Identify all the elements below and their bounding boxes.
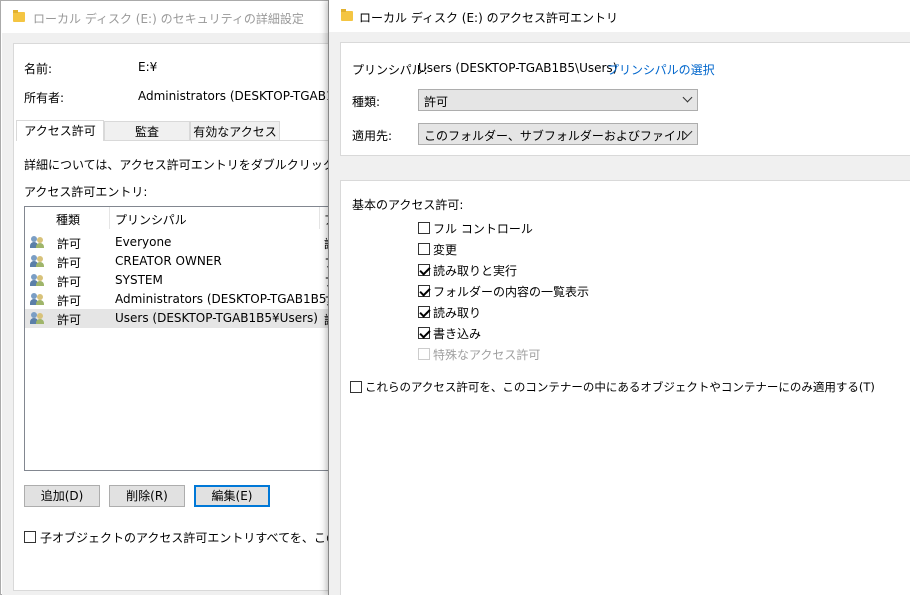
- type-select-value: 許可: [424, 95, 449, 109]
- replace-child-permissions-checkbox[interactable]: [24, 531, 36, 543]
- column-separator[interactable]: [109, 207, 110, 229]
- column-separator[interactable]: [319, 207, 320, 229]
- name-value: E:¥: [138, 60, 158, 74]
- permission-entries-list[interactable]: 種類 プリンシパル ア 許可 Everyone 読 許可 CREATOR OWN…: [24, 206, 340, 471]
- users-icon: [30, 312, 44, 324]
- read-execute-checkbox[interactable]: [418, 264, 430, 276]
- type-label: 種類:: [352, 95, 381, 109]
- principal-label: プリンシパル:: [352, 63, 428, 77]
- read-checkbox[interactable]: [418, 306, 430, 318]
- principal-value: Users (DESKTOP-TGAB1B5\Users): [418, 61, 618, 75]
- window-title: ローカル ディスク (E:) のアクセス許可エントリ: [359, 11, 618, 25]
- title-bar: ローカル ディスク (E:) のアクセス許可エントリ: [329, 0, 910, 32]
- principal-section: プリンシパル: Users (DESKTOP-TGAB1B5\Users) プリ…: [340, 42, 910, 156]
- title-bar: ローカル ディスク (E:) のセキュリティの詳細設定: [1, 1, 341, 33]
- row-type: 許可: [57, 313, 82, 327]
- special-permissions-checkbox: [418, 348, 430, 360]
- apply-only-within-container-label: これらのアクセス許可を、このコンテナーの中にあるオブジェクトやコンテナーにのみ適…: [365, 380, 875, 394]
- owner-label: 所有者:: [24, 91, 65, 105]
- list-folder-contents-checkbox[interactable]: [418, 285, 430, 297]
- permission-entry-window: ローカル ディスク (E:) のアクセス許可エントリ プリンシパル: Users…: [328, 0, 910, 595]
- remove-button[interactable]: 削除(R): [109, 485, 185, 507]
- table-row[interactable]: 許可 Everyone 読: [25, 233, 339, 252]
- name-label: 名前:: [24, 62, 53, 76]
- tab-permissions[interactable]: アクセス許可: [16, 120, 104, 141]
- write-checkbox[interactable]: [418, 327, 430, 339]
- read-execute-label: 読み取りと実行: [433, 264, 518, 278]
- entries-label: アクセス許可エントリ:: [24, 185, 148, 199]
- table-row-selected[interactable]: 許可 Users (DESKTOP-TGAB1B5¥Users) 読: [25, 309, 339, 328]
- users-icon: [30, 255, 44, 267]
- column-header-principal[interactable]: プリンシパル: [115, 211, 187, 228]
- users-icon: [30, 293, 44, 305]
- apply-only-within-container-checkbox[interactable]: [350, 381, 362, 393]
- tab-auditing[interactable]: 監査: [104, 121, 190, 141]
- folder-icon: [13, 10, 25, 22]
- row-principal: Users (DESKTOP-TGAB1B5¥Users): [115, 311, 318, 325]
- owner-value: Administrators (DESKTOP-TGAB1B5¥: [138, 89, 358, 103]
- select-principal-link[interactable]: プリンシパルの選択: [607, 61, 715, 78]
- applies-to-label: 適用先:: [352, 129, 393, 143]
- window-body: 名前: E:¥ 所有者: Administrators (DESKTOP-TGA…: [2, 33, 394, 595]
- row-type: 許可: [57, 275, 82, 289]
- type-select[interactable]: 許可: [418, 89, 698, 111]
- column-header-type[interactable]: 種類: [56, 211, 80, 228]
- applies-to-select-value: このフォルダー、サブフォルダーおよびファイル: [424, 129, 688, 143]
- users-icon: [30, 274, 44, 286]
- row-principal: SYSTEM: [115, 273, 163, 287]
- full-control-checkbox[interactable]: [418, 222, 430, 234]
- modify-label: 変更: [433, 243, 458, 257]
- folder-icon: [341, 9, 353, 21]
- edit-button[interactable]: 編集(E): [194, 485, 270, 507]
- table-row[interactable]: 許可 CREATOR OWNER フ: [25, 252, 339, 271]
- users-icon: [30, 236, 44, 248]
- row-type: 許可: [57, 256, 82, 270]
- applies-to-select[interactable]: このフォルダー、サブフォルダーおよびファイル: [418, 123, 698, 145]
- chevron-down-icon: [682, 92, 693, 103]
- row-type: 許可: [57, 294, 82, 308]
- permissions-section: 基本のアクセス許可: フル コントロール 変更 読み取りと実行 フォルダーの内容…: [340, 180, 910, 595]
- add-button[interactable]: 追加(D): [24, 485, 100, 507]
- read-label: 読み取り: [433, 306, 482, 320]
- modify-checkbox[interactable]: [418, 243, 430, 255]
- row-principal: Everyone: [115, 235, 172, 249]
- special-permissions-label: 特殊なアクセス許可: [433, 348, 541, 362]
- tab-effective-access[interactable]: 有効なアクセス: [190, 121, 280, 141]
- table-row[interactable]: 許可 SYSTEM フ: [25, 271, 339, 290]
- row-principal: CREATOR OWNER: [115, 254, 222, 268]
- advanced-security-window: ローカル ディスク (E:) のセキュリティの詳細設定 名前: E:¥ 所有者:…: [0, 0, 394, 595]
- list-folder-contents-label: フォルダーの内容の一覧表示: [433, 285, 590, 299]
- row-principal: Administrators (DESKTOP-TGAB1B5...: [115, 292, 338, 306]
- window-title: ローカル ディスク (E:) のセキュリティの詳細設定: [33, 12, 304, 26]
- row-type: 許可: [57, 237, 82, 251]
- write-label: 書き込み: [433, 327, 482, 341]
- table-row[interactable]: 許可 Administrators (DESKTOP-TGAB1B5... フ: [25, 290, 339, 309]
- basic-permissions-label: 基本のアクセス許可:: [352, 198, 464, 212]
- full-control-label: フル コントロール: [433, 222, 533, 236]
- list-header: 種類 プリンシパル ア: [25, 207, 339, 229]
